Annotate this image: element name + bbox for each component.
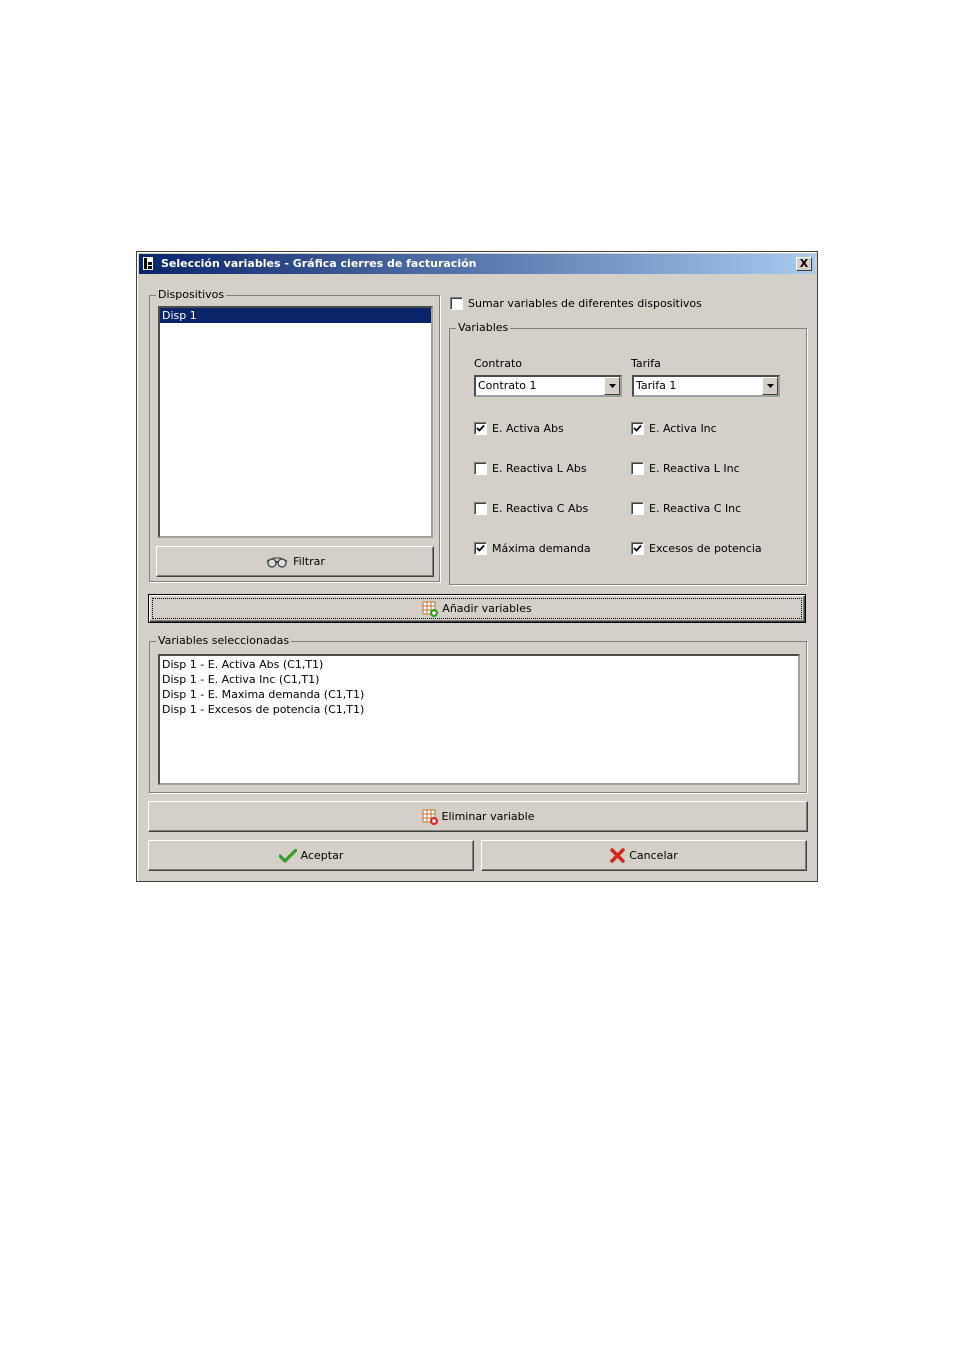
accept-label: Aceptar bbox=[300, 849, 344, 862]
title-bar[interactable]: Selección variables - Gráfica cierres de… bbox=[139, 254, 815, 274]
checkbox-box bbox=[474, 502, 487, 515]
checkbox-box bbox=[631, 542, 644, 555]
checkbox-label: E. Activa Abs bbox=[492, 422, 564, 435]
checkmark-icon bbox=[278, 848, 297, 863]
remove-table-icon bbox=[422, 809, 438, 825]
variables-legend: Variables bbox=[456, 321, 511, 334]
add-variables-button[interactable]: Añadir variables bbox=[148, 594, 806, 623]
dialog-window: Selección variables - Gráfica cierres de… bbox=[136, 251, 818, 882]
rate-select[interactable]: Tarifa 1 bbox=[632, 375, 780, 397]
devices-legend: Dispositivos bbox=[156, 288, 227, 301]
cancel-label: Cancelar bbox=[629, 849, 678, 862]
checkbox-box bbox=[474, 542, 487, 555]
checkbox-box bbox=[631, 462, 644, 475]
checkbox-box bbox=[631, 502, 644, 515]
var-e-activa-inc-checkbox[interactable]: E. Activa Inc bbox=[631, 422, 717, 435]
window-title: Selección variables - Gráfica cierres de… bbox=[161, 257, 477, 270]
add-variables-label: Añadir variables bbox=[442, 602, 532, 615]
selected-variables-list[interactable]: Disp 1 - E. Activa Abs (C1,T1) Disp 1 - … bbox=[158, 654, 800, 785]
checkbox-box bbox=[474, 462, 487, 475]
checkbox-label: Máxima demanda bbox=[492, 542, 591, 555]
checkbox-label: E. Activa Inc bbox=[649, 422, 717, 435]
remove-variable-label: Eliminar variable bbox=[441, 810, 535, 823]
app-icon bbox=[143, 257, 153, 270]
contract-select-value: Contrato 1 bbox=[478, 379, 537, 392]
sum-variables-checkbox[interactable]: Sumar variables de diferentes dispositiv… bbox=[450, 297, 702, 310]
checkbox-label: E. Reactiva C Abs bbox=[492, 502, 589, 515]
cross-icon bbox=[610, 848, 626, 863]
remove-variable-button[interactable]: Eliminar variable bbox=[148, 801, 808, 832]
filter-button[interactable]: Filtrar bbox=[156, 546, 434, 577]
var-e-reactiva-c-inc-checkbox[interactable]: E. Reactiva C Inc bbox=[631, 502, 741, 515]
sum-variables-label: Sumar variables de diferentes dispositiv… bbox=[468, 297, 702, 310]
checkbox-box bbox=[474, 422, 487, 435]
var-e-reactiva-c-abs-checkbox[interactable]: E. Reactiva C Abs bbox=[474, 502, 588, 515]
cancel-button[interactable]: Cancelar bbox=[481, 840, 807, 871]
checkmark-icon bbox=[633, 544, 642, 552]
list-item[interactable]: Disp 1 - Excesos de potencia (C1,T1) bbox=[160, 702, 798, 717]
checkbox-label: E. Reactiva C Inc bbox=[649, 502, 742, 515]
var-excesos-potencia-checkbox[interactable]: Excesos de potencia bbox=[631, 542, 762, 555]
filter-button-label: Filtrar bbox=[293, 555, 325, 568]
var-e-activa-abs-checkbox[interactable]: E. Activa Abs bbox=[474, 422, 564, 435]
var-e-reactiva-l-inc-checkbox[interactable]: E. Reactiva L Inc bbox=[631, 462, 740, 475]
chevron-down-icon[interactable] bbox=[604, 377, 620, 395]
devices-list[interactable]: Disp 1 bbox=[158, 306, 433, 538]
rate-select-value: Tarifa 1 bbox=[636, 379, 677, 392]
var-e-reactiva-l-abs-checkbox[interactable]: E. Reactiva L Abs bbox=[474, 462, 587, 475]
rate-label: Tarifa bbox=[631, 357, 661, 370]
contract-select[interactable]: Contrato 1 bbox=[474, 375, 622, 397]
checkmark-icon bbox=[476, 544, 485, 552]
accept-button[interactable]: Aceptar bbox=[148, 840, 474, 871]
checkmark-icon bbox=[476, 424, 485, 432]
var-maxima-demanda-checkbox[interactable]: Máxima demanda bbox=[474, 542, 591, 555]
selected-variables-group: Variables seleccionadas Disp 1 - E. Acti… bbox=[149, 634, 807, 793]
close-button[interactable]: X bbox=[796, 257, 812, 271]
devices-group: Dispositivos Disp 1 Filtrar bbox=[149, 288, 440, 582]
contract-label: Contrato bbox=[474, 357, 523, 370]
add-table-icon bbox=[422, 601, 439, 617]
checkmark-icon bbox=[633, 424, 642, 432]
chevron-down-icon[interactable] bbox=[762, 377, 778, 395]
checkbox-label: E. Reactiva L Abs bbox=[492, 462, 587, 475]
list-item[interactable]: Disp 1 - E. Activa Inc (C1,T1) bbox=[160, 672, 798, 687]
checkbox-label: Excesos de potencia bbox=[649, 542, 762, 555]
binoculars-icon bbox=[266, 556, 288, 568]
selected-variables-legend: Variables seleccionadas bbox=[156, 634, 292, 647]
devices-list-item[interactable]: Disp 1 bbox=[160, 308, 431, 323]
list-item[interactable]: Disp 1 - E. Activa Abs (C1,T1) bbox=[160, 657, 798, 672]
checkbox-box bbox=[631, 422, 644, 435]
variables-group: Variables Contrato Tarifa Contrato 1 Tar… bbox=[449, 321, 807, 585]
checkbox-box bbox=[450, 297, 463, 310]
list-item[interactable]: Disp 1 - E. Maxima demanda (C1,T1) bbox=[160, 687, 798, 702]
close-icon: X bbox=[799, 257, 809, 270]
checkbox-label: E. Reactiva L Inc bbox=[649, 462, 740, 475]
